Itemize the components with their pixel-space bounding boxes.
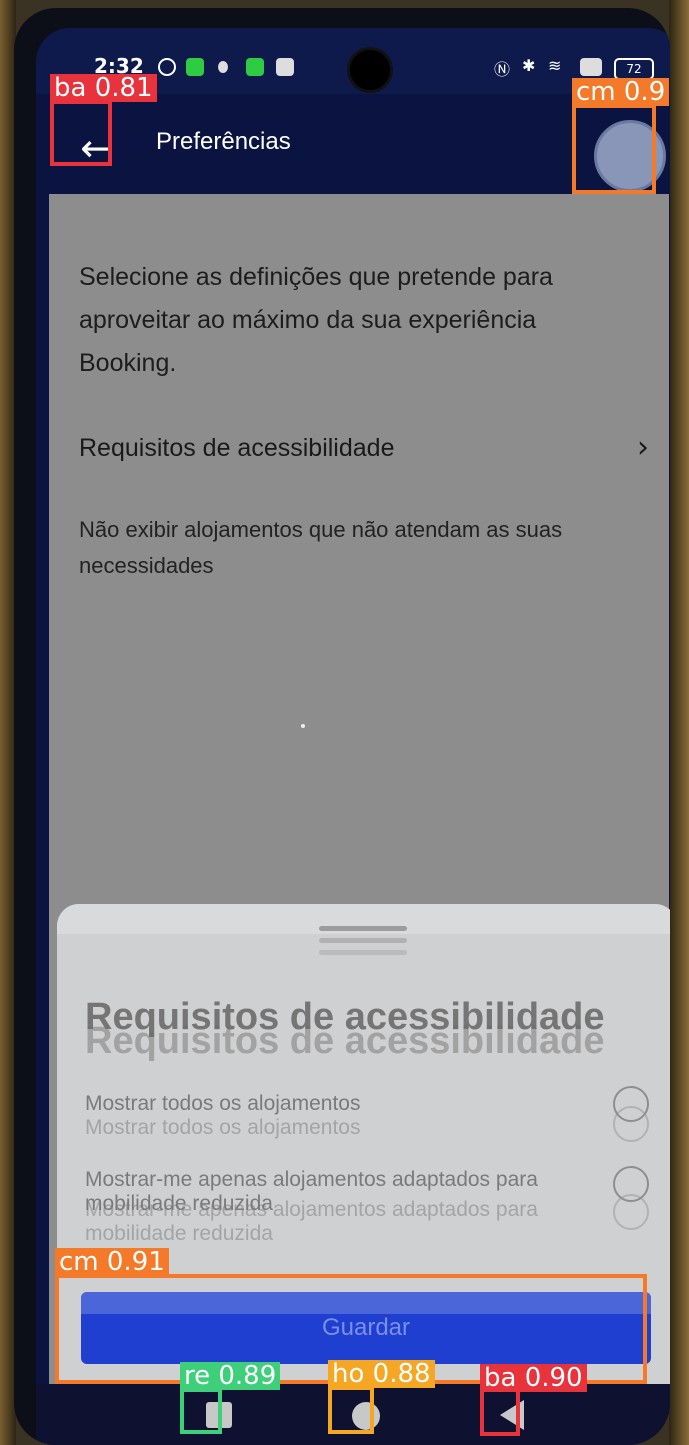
touch-indicator [301,724,305,728]
accessibility-description: Não exibir alojamentos que não atendam a… [79,517,563,578]
detection-box [180,1388,222,1434]
preferences-content: Selecione as definições que pretende par… [49,194,670,1384]
app-notification-icon [186,58,204,76]
nfc-icon: Ⓝ [494,60,511,79]
detection-box [480,1388,520,1436]
app-notification-icon [276,58,294,76]
detection-label: ho 0.88 [328,1360,435,1388]
front-camera [350,50,390,90]
app-notification-icon [158,58,176,76]
detection-label: ba 0.81 [50,74,157,102]
sheet-title-ghost: Requisitos de acessibilidade [85,1020,605,1062]
drag-handle-ghost [319,950,407,955]
page-title: Preferências [156,128,291,155]
intro-text: Selecione as definições que pretende par… [79,263,553,377]
radio-ghost [613,1194,649,1230]
app-notification-icon [218,61,228,73]
phone-frame: 2:32 Ⓝ ✱ ≋ 72 ← Preferências Selecione a… [14,8,670,1445]
detection-label: cm 0.9 [572,78,670,106]
option-all-properties-ghost: Mostrar todos os alojamentos [85,1116,361,1139]
phone-bezel-right [669,0,689,1445]
accessibility-title: Requisitos de acessibilidade [79,434,395,462]
detection-label: ba 0.90 [480,1364,587,1392]
detection-label: re 0.89 [180,1362,281,1390]
option-all-properties[interactable]: Mostrar todos os alojamentos [85,1092,605,1116]
detection-box [328,1386,374,1434]
detection-box [572,104,656,194]
radio-ghost [613,1106,649,1142]
sim-icon [580,58,602,76]
app-notification-icon [246,58,264,76]
drag-handle[interactable] [319,926,407,931]
drag-handle-ghost [319,938,407,943]
screen: 2:32 Ⓝ ✱ ≋ 72 ← Preferências Selecione a… [36,28,670,1445]
detection-label: cm 0.91 [55,1248,169,1276]
wifi-icon: ≋ [548,56,562,75]
chevron-right-icon: › [637,430,649,465]
option-adapted-properties-ghost: Mostrar-me apenas alojamentos adaptados … [85,1198,538,1245]
bluetooth-icon: ✱ [522,56,536,75]
accessibility-row[interactable]: Requisitos de acessibilidade › [79,430,659,474]
detection-box [50,100,112,166]
